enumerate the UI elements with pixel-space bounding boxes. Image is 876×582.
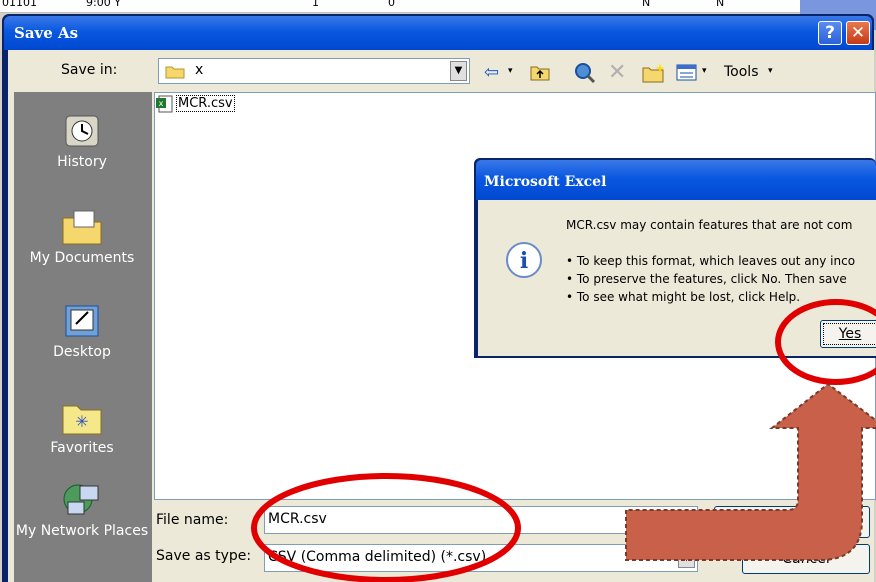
annotation-arrow <box>625 382 876 561</box>
annotation-overlay <box>251 299 876 582</box>
annotation-circle <box>775 299 876 385</box>
annotation-circle <box>251 473 521 582</box>
